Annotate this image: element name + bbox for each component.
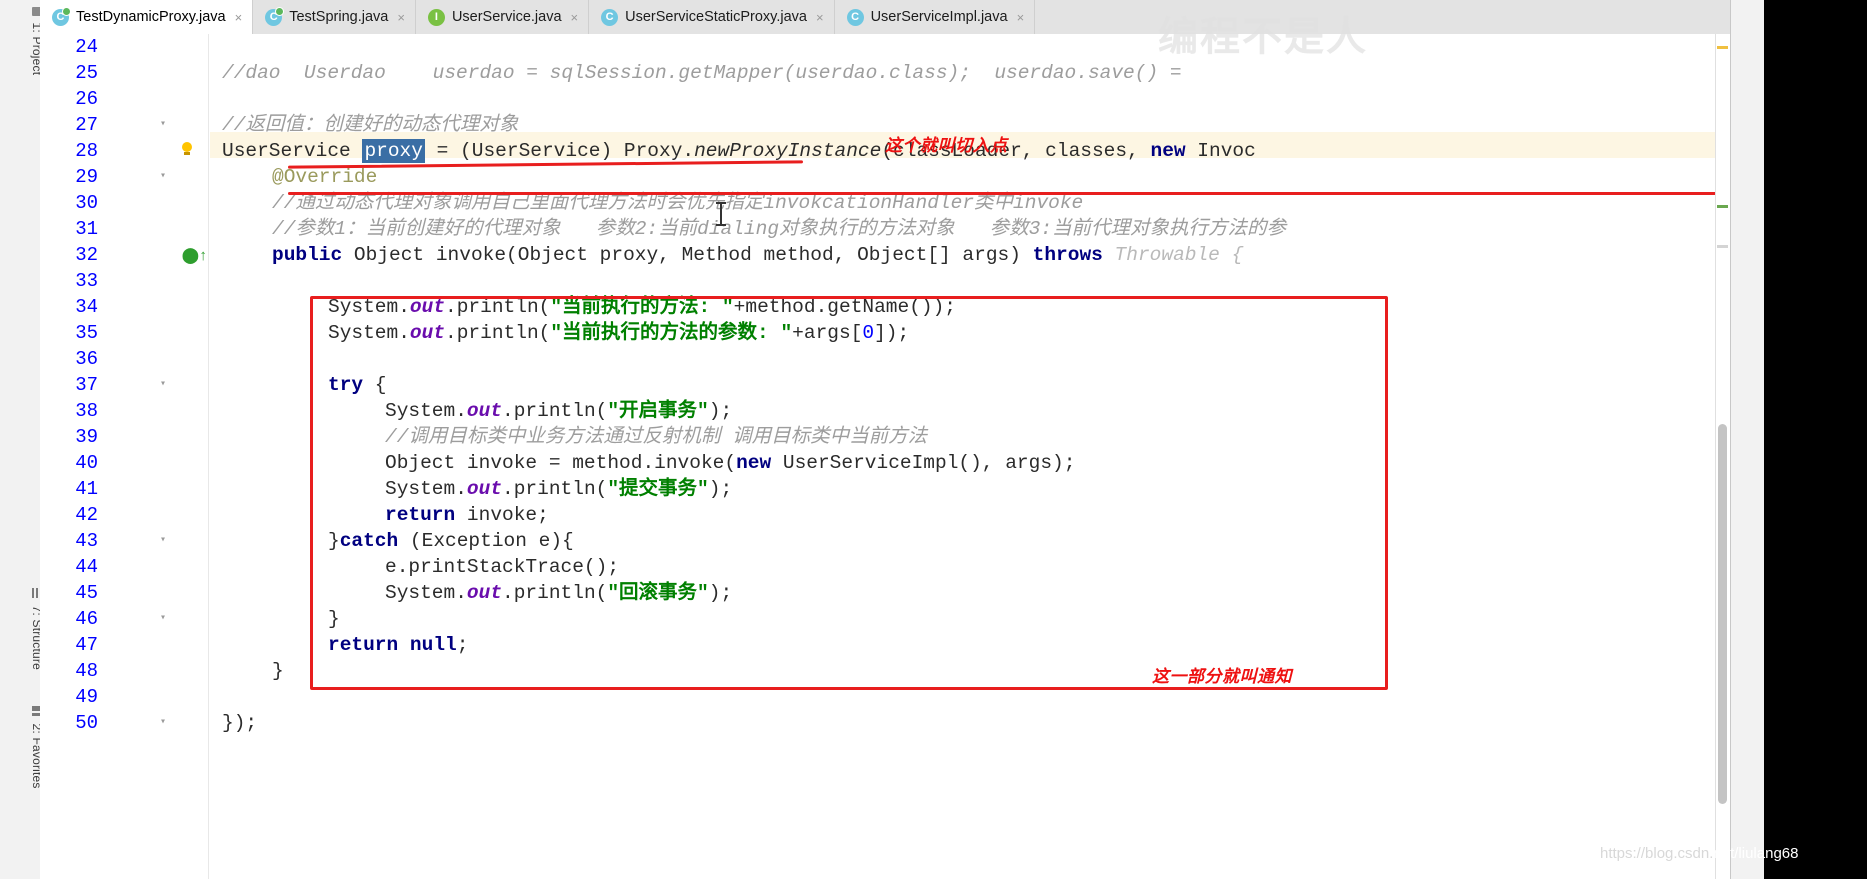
marker-warning[interactable]	[1717, 46, 1728, 49]
watermark-bottom-white: net/liulang68	[1713, 845, 1799, 862]
watermark-bottom: https://blog.csdn.net/liulang68	[1600, 845, 1798, 862]
gutter-line: 49	[75, 686, 98, 708]
gutter-line: 25	[75, 62, 98, 84]
gutter-line: 48	[75, 660, 98, 682]
class-icon: C	[846, 8, 864, 26]
gutter-line: 39	[75, 426, 98, 448]
code-line-31: //参数1：当前创建好的代理对象 参数2:当前dialing对象执行的方法对象 …	[272, 218, 1287, 240]
gutter-line: 38	[75, 400, 98, 422]
annotation-advice-label: 这一部分就叫通知	[1152, 667, 1292, 686]
code-line-44: e.printStackTrace();	[385, 556, 620, 578]
code-line-32: public Object invoke(Object proxy, Metho…	[272, 244, 1244, 266]
class-icon: C	[52, 6, 71, 26]
code-line-46: }	[328, 608, 340, 630]
fold-icon[interactable]: ▾	[160, 120, 170, 130]
fold-icon[interactable]: ▾	[160, 718, 170, 728]
left-tool-strip: 1: Project 7: Structure 2: Favorites	[0, 0, 44, 879]
marker-change[interactable]	[1717, 205, 1728, 208]
gutter-line: 27 ▾	[40, 112, 210, 138]
interface-icon: I	[427, 8, 445, 26]
gutter-line: 32 ⬤↑	[75, 244, 208, 266]
code-line-37: try {	[328, 374, 387, 396]
tab-label: UserServiceImpl.java	[870, 9, 1008, 25]
tab-test-dynamic-proxy[interactable]: C TestDynamicProxy.java ×	[40, 0, 254, 34]
code-line-39: //调用目标类中业务方法通过反射机制 调用目标类中当前方法	[385, 426, 928, 448]
right-black-edge	[1764, 0, 1867, 879]
class-icon: C	[265, 6, 285, 26]
gutter-line: 31	[75, 218, 98, 240]
watermark-top: 编程不是人	[1158, 15, 1368, 59]
vertical-scrollbar-track[interactable]	[1716, 34, 1730, 879]
code-editor[interactable]: //dao Userdao userdao = sqlSession.getMa…	[210, 34, 1730, 879]
code-line-45: System.out.println("回滚事务");	[385, 582, 733, 604]
code-line-40: Object invoke = method.invoke(new UserSe…	[385, 452, 1076, 474]
gutter-line: 29 ▾	[40, 164, 210, 190]
gutter-line: 44	[75, 556, 98, 578]
gutter-line: 41	[75, 478, 98, 500]
override-icon[interactable]: ⬤↑	[182, 246, 208, 265]
gutter-divider	[208, 34, 209, 879]
editor-gutter[interactable]: 24 25 26 27 ▾ 28 29 ▾ 30 31 32 ⬤↑ 33 34 35 …	[40, 34, 210, 879]
code-line-34: System.out.println("当前执行的方法: "+method.ge…	[328, 296, 957, 318]
code-line-43: }catch (Exception e){	[328, 530, 574, 552]
close-icon[interactable]: ×	[397, 10, 405, 25]
code-line-38: System.out.println("开启事务");	[385, 400, 733, 422]
fold-icon[interactable]: ▾	[160, 172, 170, 182]
tab-label: TestDynamicProxy.java	[76, 9, 226, 25]
annotation-underline-line28	[288, 192, 1720, 195]
gutter-line: 47	[75, 634, 98, 656]
tab-label: UserService.java	[451, 9, 562, 25]
fold-icon[interactable]: ▾	[160, 614, 170, 624]
code-line-25: //dao Userdao userdao = sqlSession.getMa…	[222, 62, 1182, 84]
marker-info[interactable]	[1717, 245, 1728, 248]
gutter-line: 33	[75, 270, 98, 292]
gutter-line: 37 ▾	[40, 372, 210, 398]
gutter-line: 45	[75, 582, 98, 604]
code-line-27: //返回值：创建好的动态代理对象	[222, 114, 519, 136]
code-line-42: return invoke;	[385, 504, 549, 526]
gutter-line: 30	[75, 192, 98, 214]
close-icon[interactable]: ×	[816, 10, 824, 25]
editor-window: C TestDynamicProxy.java × C TestSpring.j…	[40, 0, 1730, 879]
ide-window: 1: Project 7: Structure 2: Favorites C T…	[0, 0, 1867, 879]
gutter-line: 40	[75, 452, 98, 474]
mouse-text-cursor	[716, 202, 726, 226]
code-line-35: System.out.println("当前执行的方法的参数: "+args[0…	[328, 322, 910, 344]
fold-icon[interactable]: ▾	[160, 536, 170, 546]
close-icon[interactable]: ×	[1017, 10, 1025, 25]
gutter-line: 43 ▾	[40, 528, 210, 554]
watermark-bottom-grey: https://blog.csdn.	[1600, 845, 1714, 862]
annotation-pointcut-label: 这个就叫切入点	[885, 136, 1008, 155]
tab-label: UserServiceStaticProxy.java	[625, 9, 807, 25]
gutter-line: 46 ▾	[40, 606, 210, 632]
code-line-48: }	[272, 660, 284, 682]
code-line-50: });	[222, 712, 258, 734]
gutter-line: 36	[75, 348, 98, 370]
gutter-line: 24	[75, 36, 98, 58]
code-line-47: return null;	[328, 634, 469, 656]
tab-user-service-static-proxy[interactable]: C UserServiceStaticProxy.java ×	[589, 0, 835, 34]
right-tool-strip: ⚘ Ant Build m Maven ☷ Database	[1730, 0, 1765, 879]
gutter-line: 35	[75, 322, 98, 344]
class-icon: C	[601, 8, 619, 26]
close-icon[interactable]: ×	[571, 10, 579, 25]
vertical-scrollbar-thumb[interactable]	[1718, 424, 1727, 804]
intention-bulb-icon[interactable]	[180, 142, 194, 158]
close-icon[interactable]: ×	[235, 10, 243, 25]
tab-label: TestSpring.java	[289, 9, 389, 25]
text-selection: proxy	[362, 139, 425, 163]
gutter-line: 50 ▾	[40, 710, 210, 736]
tab-user-service[interactable]: I UserService.java ×	[415, 0, 590, 34]
gutter-line: 34	[75, 296, 98, 318]
tab-test-spring[interactable]: C TestSpring.java ×	[253, 0, 416, 34]
fold-icon[interactable]: ▾	[160, 380, 170, 390]
code-line-41: System.out.println("提交事务");	[385, 478, 733, 500]
gutter-line: 42	[75, 504, 98, 526]
gutter-line: 26	[75, 88, 98, 110]
tab-user-service-impl[interactable]: C UserServiceImpl.java ×	[834, 0, 1036, 34]
editor-tab-bar: C TestDynamicProxy.java × C TestSpring.j…	[40, 0, 1730, 35]
gutter-line: 28	[40, 138, 210, 164]
